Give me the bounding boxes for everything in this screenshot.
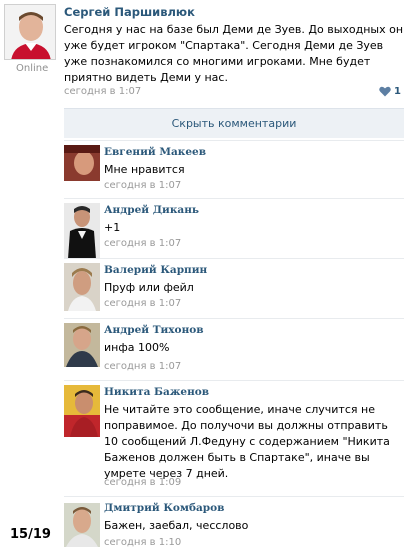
comment-author[interactable]: Евгений Макеев — [104, 146, 206, 158]
comment-text: Мне нравится — [104, 163, 185, 176]
hide-comments-label: Скрыть комментарии — [171, 117, 297, 130]
comment-text: Не читайте это сообщение, иначе случится… — [104, 403, 390, 480]
page-counter: 15/19 — [10, 527, 51, 542]
wall-post: Online Сергей Паршивлюк Сегодня у нас на… — [0, 0, 409, 100]
comment-text: инфа 100% — [104, 341, 170, 354]
comment-item: Никита Баженов Не читайте это сообщение,… — [64, 380, 404, 496]
like-button[interactable]: 1 — [379, 86, 401, 97]
comment-item: Андрей Дикань +1 сегодня в 1:07 — [64, 198, 404, 259]
comment-text: Бажен, заебал, чесслово — [104, 519, 249, 532]
comment-avatar[interactable] — [64, 145, 100, 181]
comment-avatar[interactable] — [64, 503, 100, 547]
comment-avatar[interactable] — [64, 323, 100, 367]
comment-author[interactable]: Андрей Тихонов — [104, 324, 204, 336]
post-author-name[interactable]: Сергей Паршивлюк — [64, 5, 195, 19]
like-count: 1 — [394, 86, 401, 97]
comment-timestamp[interactable]: сегодня в 1:10 — [104, 537, 181, 548]
comment-avatar[interactable] — [64, 385, 100, 437]
comment-author[interactable]: Валерий Карпин — [104, 264, 207, 276]
post-text: Сегодня у нас на базе был Деми де Зуев. … — [64, 23, 404, 84]
comment-timestamp[interactable]: сегодня в 1:07 — [104, 361, 181, 372]
hide-comments-button[interactable]: Скрыть комментарии — [64, 108, 404, 138]
comment-text: Пруф или фейл — [104, 281, 194, 294]
comment-author[interactable]: Дмитрий Комбаров — [104, 502, 224, 514]
comment-timestamp[interactable]: сегодня в 1:09 — [104, 477, 181, 488]
comment-timestamp[interactable]: сегодня в 1:07 — [104, 298, 181, 309]
comment-avatar[interactable] — [64, 203, 100, 259]
post-timestamp[interactable]: сегодня в 1:07 — [64, 86, 141, 97]
heart-icon — [379, 86, 391, 97]
comment-item: Андрей Тихонов инфа 100% сегодня в 1:07 — [64, 318, 404, 382]
comment-timestamp[interactable]: сегодня в 1:07 — [104, 180, 181, 191]
comment-timestamp[interactable]: сегодня в 1:07 — [104, 238, 181, 249]
online-status: Online — [16, 63, 49, 74]
comment-author[interactable]: Никита Баженов — [104, 386, 209, 398]
comment-text: +1 — [104, 221, 121, 234]
comment-author[interactable]: Андрей Дикань — [104, 204, 199, 216]
comment-item: Дмитрий Комбаров Бажен, заебал, чесслово… — [64, 496, 404, 553]
comment-item: Валерий Карпин Пруф или фейл сегодня в 1… — [64, 258, 404, 316]
comment-avatar[interactable] — [64, 263, 100, 311]
comment-item: Евгений Макеев Мне нравится сегодня в 1:… — [64, 140, 404, 198]
post-author-avatar[interactable] — [4, 4, 56, 60]
